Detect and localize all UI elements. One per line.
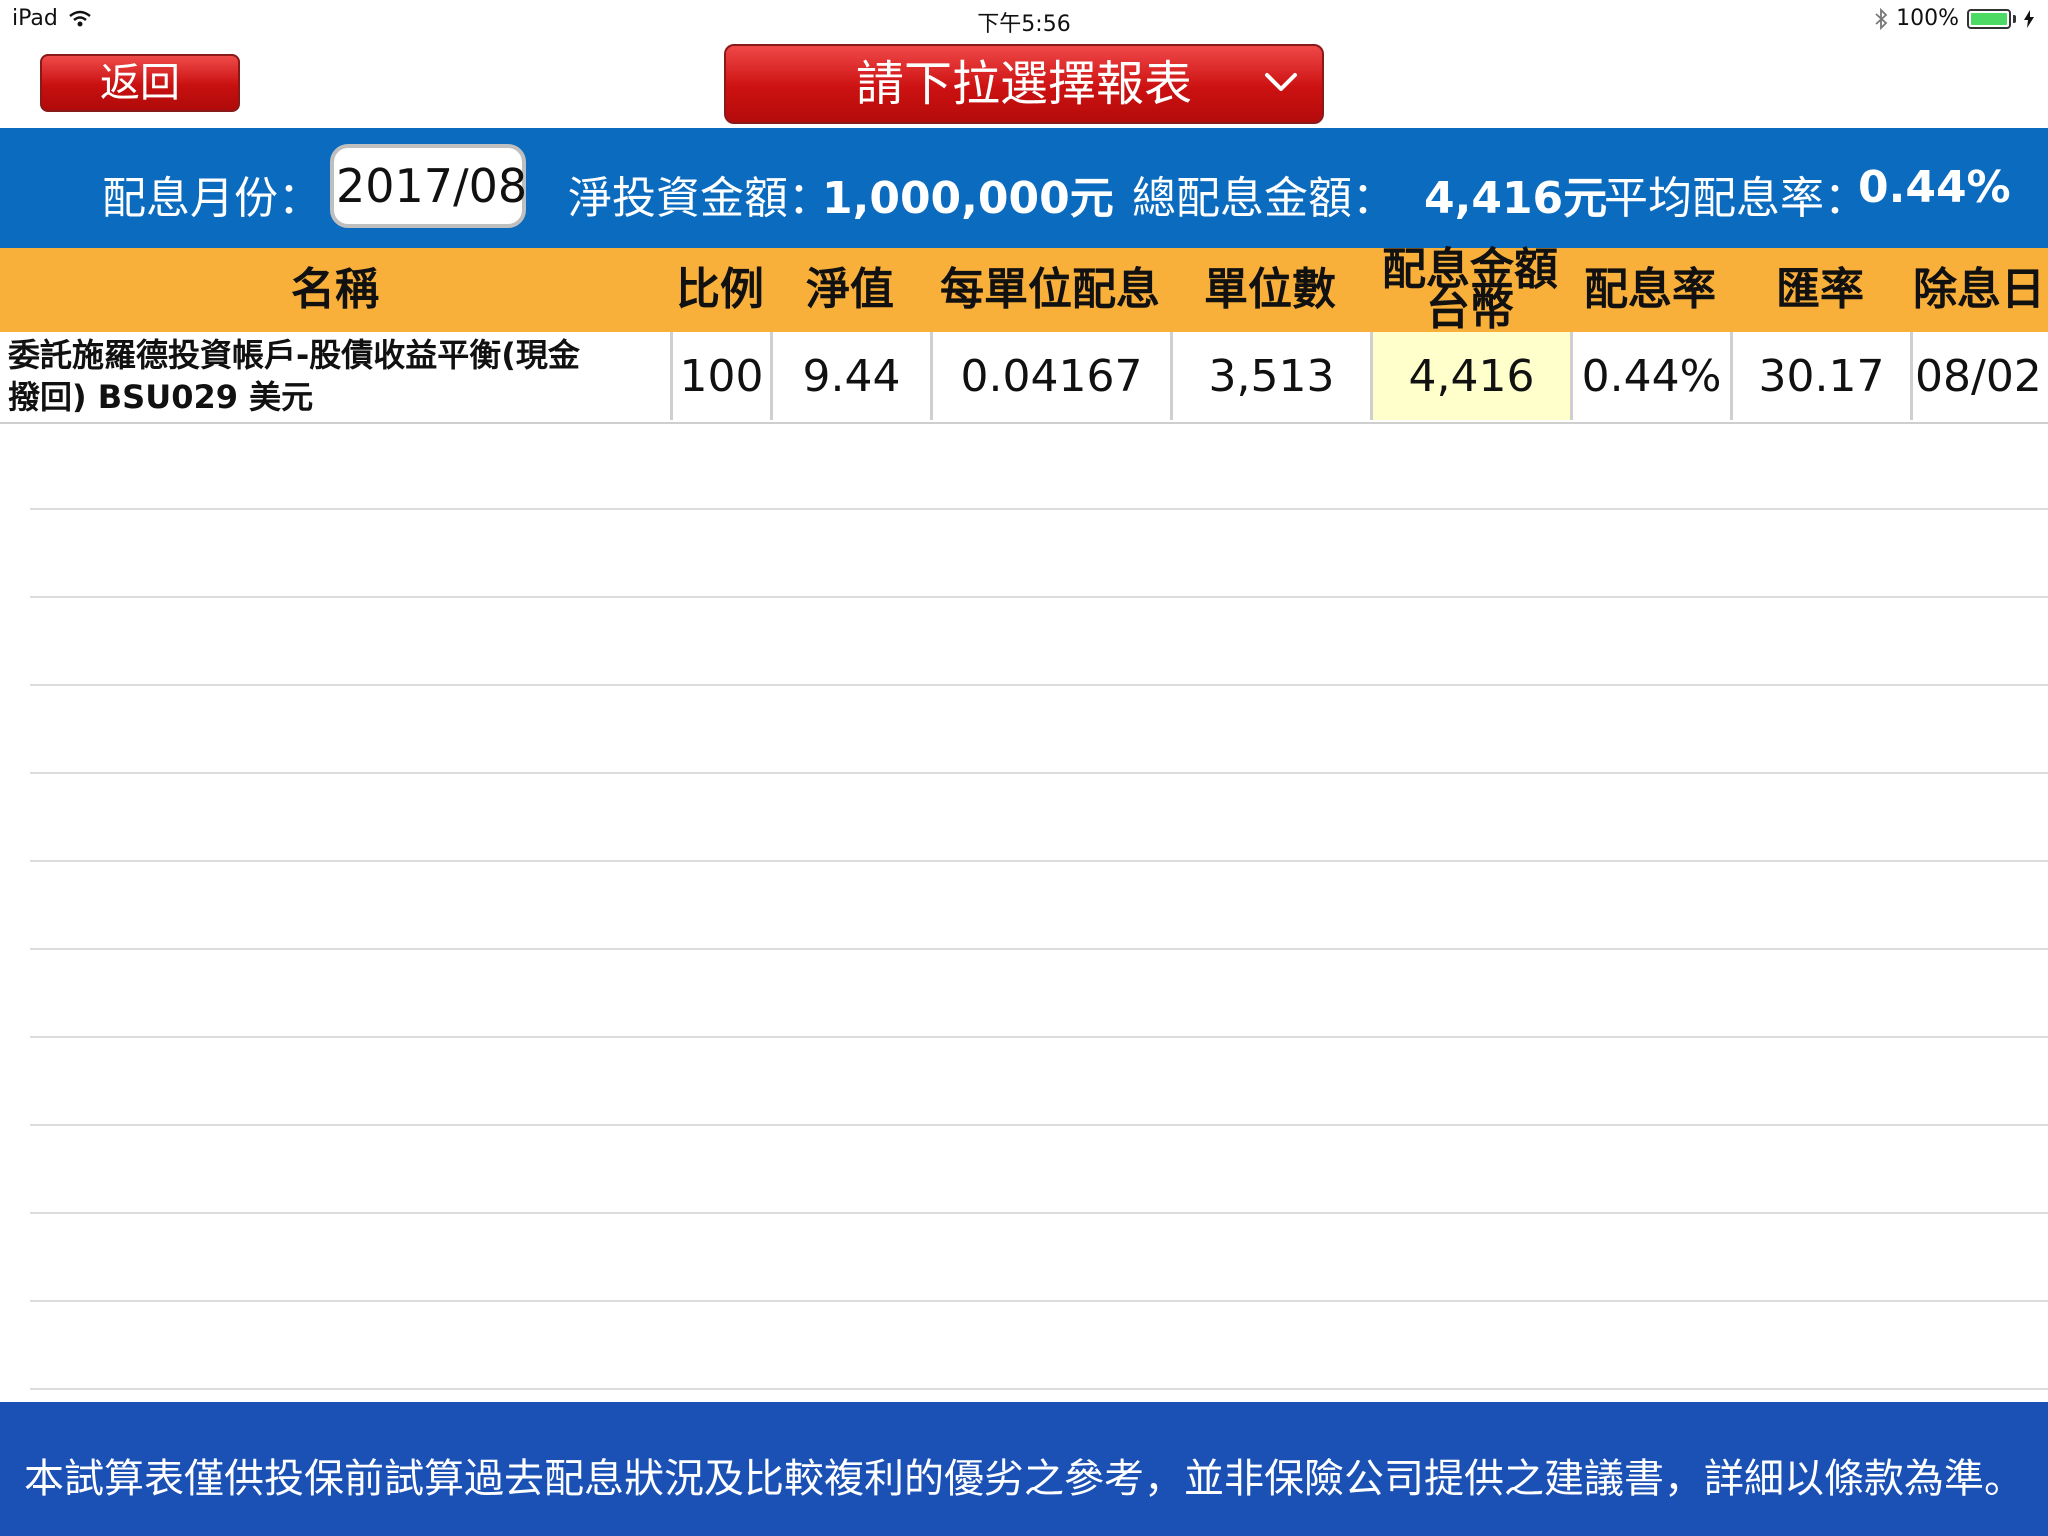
empty-row-divider bbox=[30, 1212, 2048, 1214]
empty-row-divider bbox=[30, 1124, 2048, 1126]
empty-row-divider bbox=[30, 860, 2048, 862]
cell-name-line2: 撥回) BSU029 美元 bbox=[8, 378, 314, 416]
battery-tip bbox=[2013, 14, 2016, 23]
bolt-icon bbox=[2024, 9, 2034, 28]
status-bar: iPad 下午5:56 100% bbox=[0, 0, 2048, 40]
col-fx-rate-header: 匯率 bbox=[1776, 264, 1864, 315]
empty-row-divider bbox=[30, 1300, 2048, 1302]
status-right: 100% bbox=[1874, 6, 2034, 31]
battery-fill bbox=[1971, 12, 2007, 25]
empty-row-divider bbox=[30, 508, 2048, 510]
cell-dividend-per-unit: 0.04167 bbox=[930, 332, 1170, 420]
empty-row-divider bbox=[30, 684, 2048, 686]
total-dividend-value: 4,416元 bbox=[1424, 173, 1608, 224]
empty-row-divider bbox=[30, 1036, 2048, 1038]
col-dividend-amount-line2: 台幣 bbox=[1426, 284, 1514, 335]
cell-fx-rate: 30.17 bbox=[1730, 332, 1910, 420]
col-units-header: 單位數 bbox=[1204, 264, 1336, 315]
col-nav-header: 淨值 bbox=[806, 264, 894, 315]
cell-nav: 9.44 bbox=[770, 332, 930, 420]
avg-rate-label: 平均配息率： bbox=[1604, 173, 1868, 224]
table-header: 名稱 比例 淨值 每單位配息 單位數 配息金額 台幣 配息率 匯率 除息日 bbox=[0, 248, 2048, 332]
month-label: 配息月份： bbox=[102, 173, 322, 224]
cell-name: 委託施羅德投資帳戶-股債收益平衡(現金 撥回) BSU029 美元 bbox=[0, 332, 670, 420]
total-dividend-label: 總配息金額： bbox=[1132, 173, 1396, 224]
summary-bar: 配息月份： 2017/08 淨投資金額： 1,000,000元 總配息金額： 4… bbox=[0, 128, 2048, 248]
battery-percent: 100% bbox=[1896, 6, 1959, 31]
chevron-down-icon bbox=[1265, 73, 1297, 91]
empty-row-divider bbox=[30, 596, 2048, 598]
net-investment-label: 淨投資金額： bbox=[568, 173, 832, 224]
battery-icon bbox=[1967, 8, 2011, 29]
cell-units: 3,513 bbox=[1170, 332, 1370, 420]
empty-row-divider bbox=[30, 1388, 2048, 1390]
back-button[interactable]: 返回 bbox=[40, 54, 240, 112]
cell-dividend-amount: 4,416 bbox=[1370, 332, 1570, 420]
empty-row-divider bbox=[30, 772, 2048, 774]
month-input[interactable]: 2017/08 bbox=[330, 144, 527, 228]
report-select-label: 請下拉選擇報表 bbox=[855, 56, 1192, 112]
col-name-header: 名稱 bbox=[291, 264, 379, 315]
cell-dividend-rate: 0.44% bbox=[1570, 332, 1730, 420]
cell-name-line1: 委託施羅德投資帳戶-股債收益平衡(現金 bbox=[8, 336, 580, 374]
col-dividend-per-unit-header: 每單位配息 bbox=[940, 264, 1160, 315]
status-time: 下午5:56 bbox=[977, 12, 1071, 37]
empty-row-divider bbox=[30, 948, 2048, 950]
cell-ratio: 100 bbox=[670, 332, 770, 420]
avg-rate-value: 0.44% bbox=[1858, 162, 2011, 213]
col-ex-date-header: 除息日 bbox=[1913, 264, 2045, 315]
disclaimer-footer: 本試算表僅供投保前試算過去配息狀況及比較複利的優劣之參考，並非保險公司提供之建議… bbox=[0, 1402, 2048, 1536]
col-dividend-rate-header: 配息率 bbox=[1584, 264, 1716, 315]
bluetooth-icon bbox=[1875, 7, 1888, 30]
table-row[interactable]: 委託施羅德投資帳戶-股債收益平衡(現金 撥回) BSU029 美元 100 9.… bbox=[0, 332, 2048, 424]
disclaimer-text: 本試算表僅供投保前試算過去配息狀況及比較複利的優劣之參考，並非保險公司提供之建議… bbox=[24, 1456, 2024, 1502]
cell-ex-date: 08/02 bbox=[1910, 332, 2048, 420]
col-dividend-amount-header: 配息金額 台幣 bbox=[1370, 248, 1570, 332]
report-select-dropdown[interactable]: 請下拉選擇報表 bbox=[724, 44, 1324, 124]
col-ratio-header: 比例 bbox=[676, 264, 764, 315]
net-investment-value: 1,000,000元 bbox=[822, 173, 1114, 224]
